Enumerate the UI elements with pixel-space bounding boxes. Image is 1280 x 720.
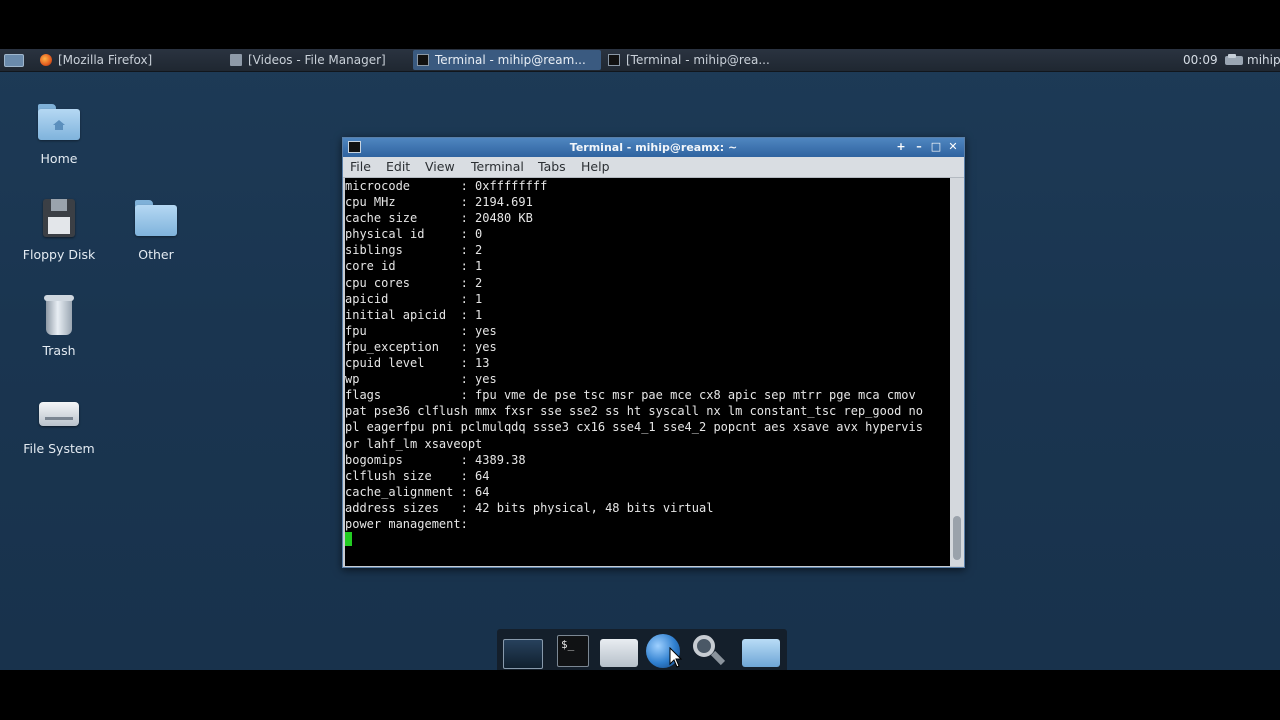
terminal-line: pat pse36 clflush mmx fxsr sse sse2 ss h… — [345, 404, 923, 419]
terminal-line: siblings : 2 — [345, 243, 483, 258]
dock-show-desktop[interactable] — [499, 633, 543, 669]
taskbar-item-file-manager[interactable]: [Videos - File Manager] — [226, 50, 412, 70]
window-titlebar[interactable]: Terminal - mihip@reamx: ~ + – □ ✕ — [343, 138, 964, 157]
letterbox-top — [0, 0, 1280, 49]
desktop-icon-home[interactable]: Home — [9, 101, 109, 166]
window-title: Terminal - mihip@reamx: ~ — [569, 141, 738, 154]
desktop-icon-label: Other — [138, 247, 174, 262]
terminal-line: pl eagerfpu pni pclmulqdq ssse3 cx16 sse… — [345, 420, 923, 435]
user-name: mihip — [1247, 53, 1280, 67]
terminal-line: apicid : 1 — [345, 291, 483, 306]
dock: $_ — [497, 629, 787, 670]
folder-icon — [742, 639, 780, 667]
menu-terminal[interactable]: Terminal — [471, 157, 524, 177]
menu-edit[interactable]: Edit — [386, 157, 410, 177]
terminal-line: bogomips : 4389.38 — [345, 452, 526, 467]
desktop-icon-label: Trash — [42, 343, 76, 358]
taskbar-item-firefox[interactable]: [Mozilla Firefox] — [36, 50, 222, 70]
letterbox-bottom — [0, 670, 1280, 720]
taskbar-item-terminal-active[interactable]: Terminal - mihip@ream... — [413, 50, 601, 70]
menu-tabs[interactable]: Tabs — [538, 157, 566, 177]
desktop-icon-label: Home — [40, 151, 78, 166]
user-icon — [1225, 54, 1243, 65]
terminal-line: fpu_exception : yes — [345, 339, 497, 354]
scrollbar[interactable] — [950, 178, 964, 566]
file-manager-icon — [230, 54, 242, 66]
top-panel: [Mozilla Firefox] [Videos - File Manager… — [0, 49, 1280, 72]
drive-icon — [36, 391, 82, 435]
menu-file[interactable]: File — [350, 157, 371, 177]
applications-menu-button[interactable] — [2, 52, 24, 69]
task-label: [Mozilla Firefox] — [58, 53, 153, 67]
mouse-pointer-icon — [669, 647, 683, 668]
desktop-icon-label: Floppy Disk — [22, 247, 96, 262]
terminal-line: initial apicid : 1 — [345, 307, 483, 322]
show-desktop-icon — [503, 639, 543, 669]
desktop-icon-other[interactable]: Other — [106, 197, 206, 262]
terminal-icon — [417, 54, 429, 66]
terminal-window: Terminal - mihip@reamx: ~ + – □ ✕ File E… — [342, 137, 965, 568]
menubar: File Edit View Terminal Tabs Help — [343, 157, 964, 178]
task-label: [Videos - File Manager] — [248, 53, 386, 67]
desktop-icon-trash[interactable]: Trash — [9, 293, 109, 358]
terminal-line — [345, 532, 950, 548]
dock-search[interactable] — [689, 633, 729, 669]
maximize-button[interactable]: □ — [929, 140, 943, 154]
terminal-line: wp : yes — [345, 372, 497, 387]
home-folder-icon — [600, 639, 638, 667]
terminal-line: physical id : 0 — [345, 227, 483, 242]
floppy-disk-icon — [36, 197, 82, 241]
terminal-line: core id : 1 — [345, 259, 483, 274]
menu-help[interactable]: Help — [581, 157, 610, 177]
close-button[interactable]: ✕ — [946, 140, 960, 154]
home-folder-icon — [36, 101, 82, 145]
dock-home-folder[interactable] — [598, 633, 638, 669]
terminal-line: power management: — [345, 516, 468, 531]
clock[interactable]: 00:09 — [1183, 49, 1218, 71]
terminal-line: address sizes : 42 bits physical, 48 bit… — [345, 500, 714, 515]
desktop-icon-file-system[interactable]: File System — [9, 391, 109, 456]
user-menu[interactable]: mihip — [1224, 49, 1280, 71]
terminal-icon: $_ — [557, 635, 589, 667]
terminal-icon — [608, 54, 620, 66]
menu-icon — [4, 54, 24, 67]
firefox-icon — [40, 54, 52, 66]
trash-icon — [36, 293, 82, 337]
scrollbar-thumb[interactable] — [953, 516, 961, 560]
dock-folder[interactable] — [740, 633, 780, 669]
terminal-line: cpuid level : 13 — [345, 356, 490, 371]
terminal-line: or lahf_lm xsaveopt — [345, 436, 483, 451]
terminal-line: cache size : 20480 KB — [345, 211, 533, 226]
terminal-line: microcode : 0xffffffff — [345, 179, 548, 193]
task-label: Terminal - mihip@ream... — [435, 53, 586, 67]
stick-button[interactable]: + — [894, 140, 908, 154]
terminal-output[interactable]: microcode : 0xffffffff cpu MHz : 2194.691… — [345, 178, 950, 566]
minimize-button[interactable]: – — [912, 140, 926, 154]
taskbar-item-terminal[interactable]: [Terminal - mihip@rea... — [604, 50, 780, 70]
task-label: [Terminal - mihip@rea... — [626, 53, 770, 67]
folder-icon — [133, 197, 179, 241]
terminal-line: fpu : yes — [345, 323, 497, 338]
text-cursor — [345, 532, 352, 547]
terminal-line: flags : fpu vme de pse tsc msr pae mce c… — [345, 388, 916, 403]
desktop: [Mozilla Firefox] [Videos - File Manager… — [0, 49, 1280, 670]
terminal-line: cpu MHz : 2194.691 — [345, 195, 533, 210]
dock-terminal[interactable]: $_ — [551, 633, 591, 669]
terminal-lines: microcode : 0xffffffff cpu MHz : 2194.691… — [345, 178, 950, 548]
desktop-icon-floppy-disk[interactable]: Floppy Disk — [9, 197, 109, 262]
desktop-icon-label: File System — [23, 441, 95, 456]
terminal-line: clflush size : 64 — [345, 468, 490, 483]
menu-view[interactable]: View — [425, 157, 455, 177]
terminal-line: cpu cores : 2 — [345, 275, 483, 290]
terminal-line: cache_alignment : 64 — [345, 484, 490, 499]
